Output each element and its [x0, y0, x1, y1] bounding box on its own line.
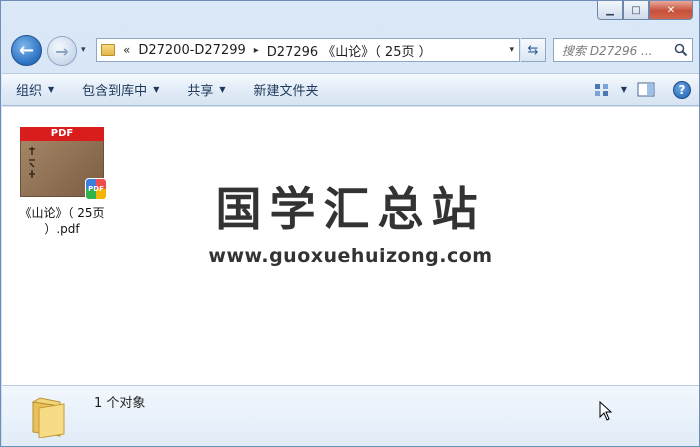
- explorer-window: ▁ □ ✕ ← → ▾ « D27200-D27299 ▸ D27296 《山论…: [0, 0, 700, 447]
- folder-icon: [31, 397, 65, 438]
- details-pane: 1 个对象: [2, 385, 699, 446]
- search-box[interactable]: 搜索 D27296 ...: [553, 38, 693, 62]
- address-dropdown-icon[interactable]: ▾: [509, 45, 514, 55]
- maximize-button[interactable]: □: [623, 1, 649, 20]
- pdf-label: PDF: [20, 127, 104, 141]
- chevron-down-icon: ▼: [219, 85, 226, 94]
- item-count: 1 个对象: [94, 396, 146, 411]
- folder-icon: [101, 44, 115, 56]
- address-bar[interactable]: « D27200-D27299 ▸ D27296 《山论》（ 25页 ） ▾: [96, 38, 520, 62]
- watermark-url: www.guoxuehuizong.com: [208, 245, 493, 267]
- search-input[interactable]: 搜索 D27296 ...: [562, 42, 670, 59]
- watermark: 国学汇总站 www.guoxuehuizong.com: [2, 173, 699, 267]
- view-grid-icon: [594, 83, 608, 96]
- close-button[interactable]: ✕: [649, 1, 693, 20]
- refresh-button[interactable]: ⇆: [521, 38, 546, 62]
- command-bar-right: ▼ ?: [589, 74, 691, 105]
- breadcrumb-parent[interactable]: D27200-D27299: [138, 43, 245, 58]
- back-arrow-icon: ←: [18, 40, 35, 61]
- mouse-cursor-icon: [599, 401, 613, 421]
- preview-pane-icon: [637, 82, 655, 97]
- file-list-pane[interactable]: PDF PDF 《山论》（ 25页 ）.pdf 国学汇总站 www.guoxue…: [2, 107, 699, 385]
- new-folder-button[interactable]: 新建文件夹: [240, 74, 333, 105]
- navigation-row: ← → ▾ « D27200-D27299 ▸ D27296 《山论》（ 25页…: [1, 29, 700, 73]
- chevron-down-icon: ▼: [48, 85, 55, 94]
- caption-buttons: ▁ □ ✕: [597, 1, 693, 20]
- search-icon[interactable]: [670, 39, 692, 61]
- organize-label: 组织: [16, 84, 43, 99]
- include-in-library-menu[interactable]: 包含到库中 ▼: [68, 74, 173, 105]
- minimize-button[interactable]: ▁: [597, 1, 623, 20]
- include-in-library-label: 包含到库中: [82, 84, 148, 99]
- overflow-chevron-icon[interactable]: «: [123, 43, 130, 57]
- view-options-dropdown[interactable]: ▼: [621, 85, 627, 94]
- command-bar: 组织 ▼ 包含到库中 ▼ 共享 ▼ 新建文件夹 ▼ ?: [2, 73, 699, 106]
- chevron-down-icon: ▼: [153, 85, 160, 94]
- share-label: 共享: [187, 84, 214, 99]
- breadcrumb-current[interactable]: D27296 《山论》（ 25页 ）: [267, 41, 432, 60]
- breadcrumb-separator-icon[interactable]: ▸: [254, 45, 259, 56]
- forward-arrow-icon: →: [55, 41, 69, 61]
- recent-pages-dropdown[interactable]: ▾: [81, 45, 86, 55]
- watermark-title: 国学汇总站: [215, 182, 486, 236]
- forward-button[interactable]: →: [47, 36, 77, 66]
- organize-menu[interactable]: 组织 ▼: [2, 74, 68, 105]
- change-view-button[interactable]: [589, 79, 615, 101]
- preview-pane-button[interactable]: [633, 79, 659, 101]
- refresh-icon: ⇆: [527, 42, 539, 58]
- back-button[interactable]: ←: [11, 35, 42, 66]
- new-folder-label: 新建文件夹: [253, 84, 319, 99]
- help-button[interactable]: ?: [673, 80, 691, 99]
- share-menu[interactable]: 共享 ▼: [173, 74, 239, 105]
